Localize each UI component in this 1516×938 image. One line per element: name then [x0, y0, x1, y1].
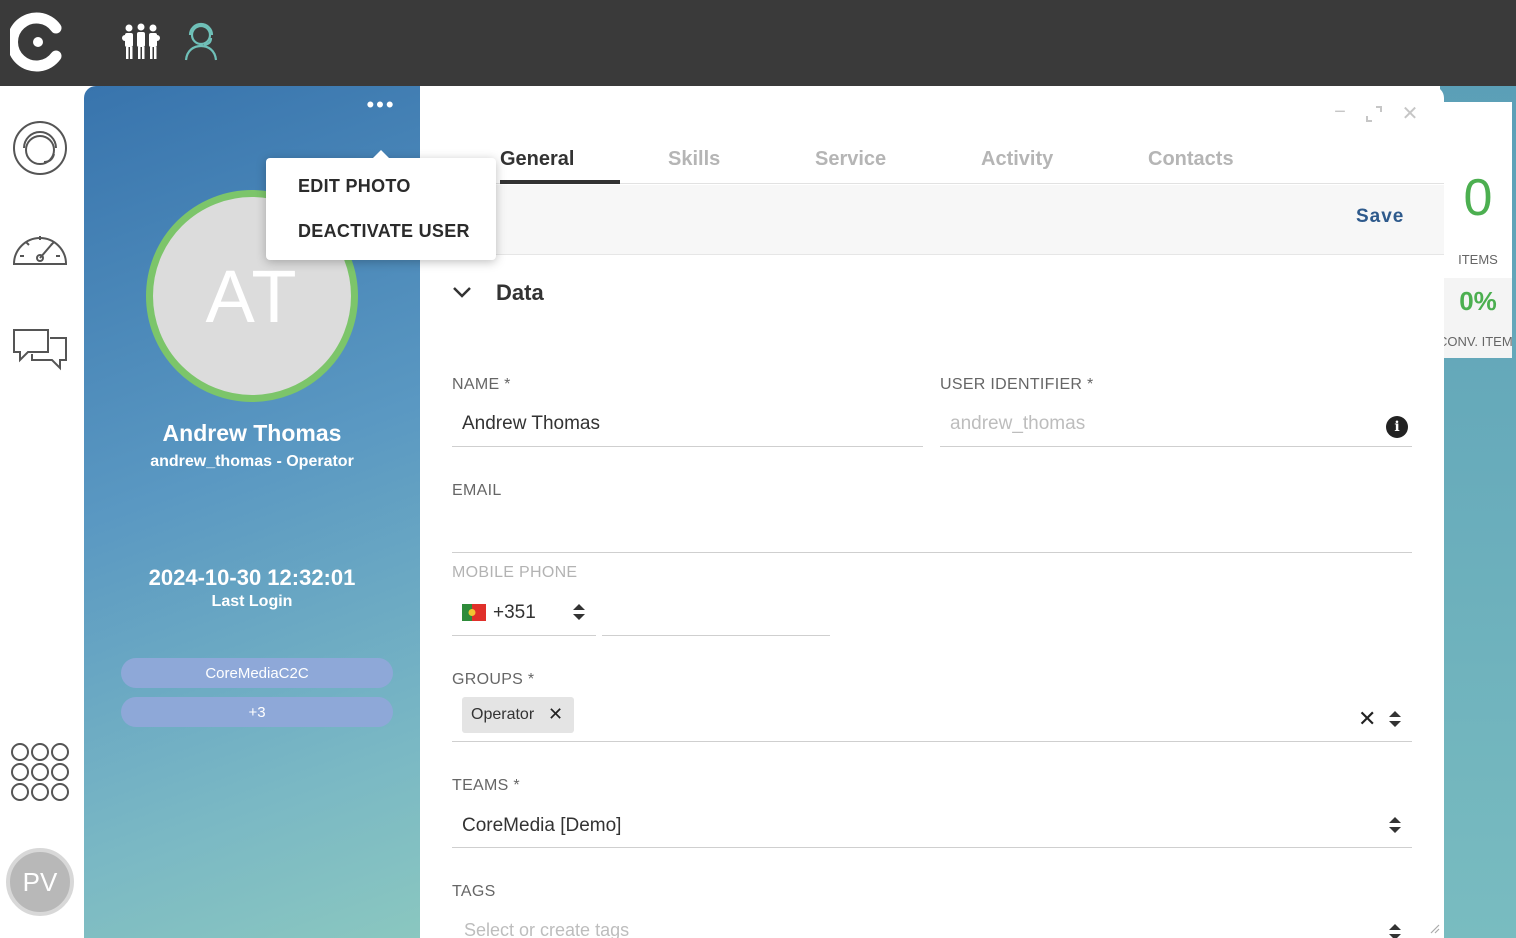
info-icon[interactable]: i: [1386, 416, 1408, 438]
profile-subtitle: andrew_thomas - Operator: [150, 453, 354, 470]
apps-grid-icon[interactable]: [10, 742, 70, 802]
tags-input[interactable]: Select or create tags: [464, 920, 629, 938]
items-count: 0: [1463, 169, 1493, 227]
email-input[interactable]: [462, 518, 1402, 544]
email-underline: [452, 552, 1412, 553]
last-login-label: Last Login: [211, 593, 293, 610]
team-icon[interactable]: [118, 18, 164, 64]
teams-select[interactable]: CoreMedia [Demo]: [462, 815, 621, 837]
app-logo-icon[interactable]: [10, 12, 64, 72]
resize-grip-icon[interactable]: [1428, 922, 1440, 934]
user-identifier-input[interactable]: andrew_thomas: [950, 413, 1085, 435]
dashboard-gauge-icon[interactable]: [10, 218, 70, 278]
active-tab-indicator: [500, 180, 620, 184]
stats-card: 0 ITEMS 0% CONV. ITEM: [1444, 102, 1512, 358]
remove-tag-icon[interactable]: ✕: [548, 704, 563, 725]
tags-label: TAGS: [452, 883, 496, 900]
teams-underline: [452, 847, 1412, 848]
maximize-icon[interactable]: [1364, 104, 1384, 124]
items-label: ITEMS: [1458, 252, 1498, 267]
group-tag-label: Operator: [471, 706, 535, 723]
menu-arrow: [372, 150, 390, 159]
tab-bar: General Skills Service Activity Contacts: [420, 138, 1444, 184]
conversion-percent: 0%: [1459, 286, 1497, 316]
email-label: EMAIL: [452, 482, 502, 499]
tab-activity[interactable]: Activity: [981, 148, 1053, 171]
clear-groups-icon[interactable]: ✕: [1358, 706, 1376, 732]
profile-chip[interactable]: CoreMediaC2C: [121, 658, 393, 688]
menu-item-edit-photo[interactable]: EDIT PHOTO: [298, 176, 411, 197]
tab-service[interactable]: Service: [815, 148, 886, 171]
phone-number-input[interactable]: [604, 602, 824, 626]
mobile-phone-label: MOBILE PHONE: [452, 564, 578, 581]
user-identifier-underline: [940, 446, 1412, 447]
name-label: NAME *: [452, 376, 511, 393]
operator-headset-icon[interactable]: [178, 18, 224, 64]
phone-number-underline: [602, 635, 830, 636]
name-underline: [452, 446, 923, 447]
last-login-value: 2024-10-30 12:32:01: [148, 565, 356, 590]
profile-chip-more[interactable]: +3: [121, 697, 393, 727]
more-options-button[interactable]: •••: [362, 94, 400, 118]
save-button[interactable]: Save: [1356, 206, 1404, 228]
groups-sort-icon[interactable]: [1388, 709, 1402, 729]
left-nav-rail: [0, 86, 84, 938]
teams-label: TEAMS *: [452, 777, 520, 794]
tab-general[interactable]: General: [500, 148, 574, 171]
section-title: Data: [496, 280, 544, 305]
groups-underline: [452, 741, 1412, 742]
tab-contacts[interactable]: Contacts: [1148, 148, 1234, 171]
conversion-label: CONV. ITEM: [1444, 334, 1512, 349]
top-bar: [0, 0, 1516, 86]
close-button[interactable]: ✕: [1400, 104, 1420, 124]
country-code-select[interactable]: +351: [493, 602, 536, 624]
groups-label: GROUPS *: [452, 671, 535, 688]
tab-skills[interactable]: Skills: [668, 148, 720, 171]
tags-sort-icon[interactable]: [1388, 922, 1402, 938]
user-identifier-label: USER IDENTIFIER *: [940, 376, 1094, 393]
action-bar: Save: [420, 185, 1444, 255]
chevron-down-icon[interactable]: [452, 282, 472, 302]
chat-bubbles-icon[interactable]: [10, 318, 70, 378]
menu-item-deactivate-user[interactable]: DEACTIVATE USER: [298, 221, 470, 242]
sort-arrows-icon[interactable]: [572, 602, 586, 622]
teams-sort-icon[interactable]: [1388, 815, 1402, 835]
portugal-flag-icon: [462, 604, 486, 621]
group-tag: Operator ✕: [462, 697, 574, 733]
country-code-underline: [452, 635, 596, 636]
agent-icon[interactable]: [10, 118, 70, 178]
name-input[interactable]: Andrew Thomas: [462, 413, 600, 435]
more-options-menu: EDIT PHOTO DEACTIVATE USER: [266, 150, 496, 260]
minimize-button[interactable]: −: [1330, 102, 1350, 122]
profile-name: Andrew Thomas: [162, 420, 342, 446]
current-user-avatar[interactable]: PV: [6, 848, 74, 916]
